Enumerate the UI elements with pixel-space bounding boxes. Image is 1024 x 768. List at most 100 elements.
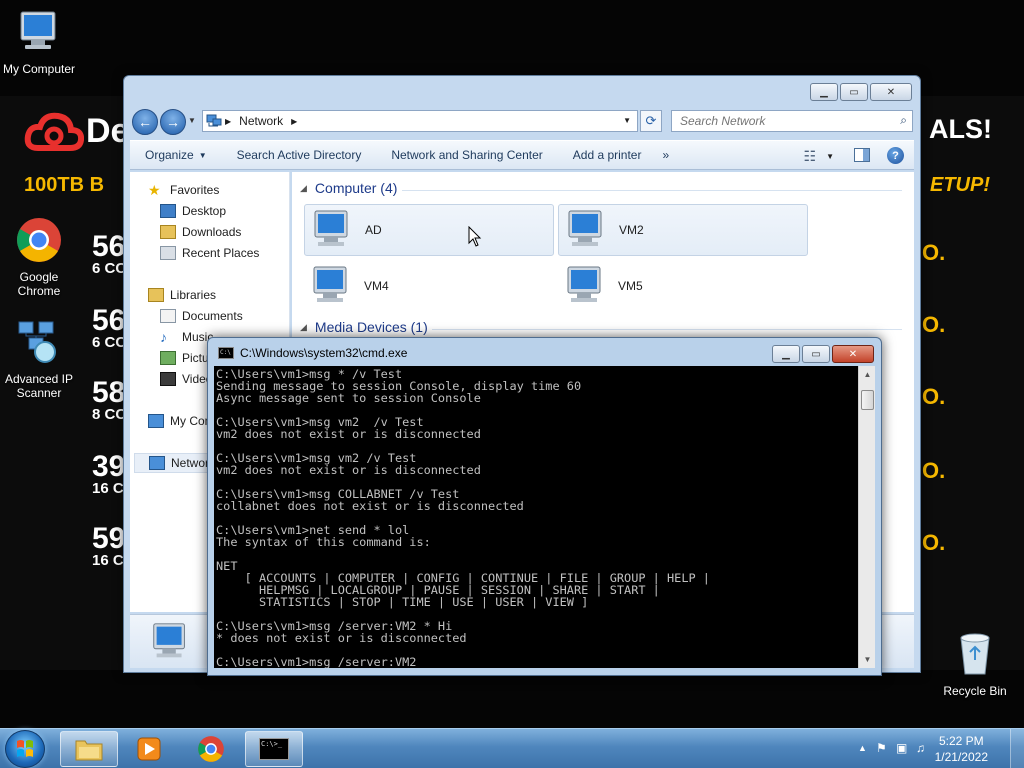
help-button[interactable]: ? bbox=[887, 147, 904, 164]
window-controls: ▁ ▭ ✕ bbox=[810, 83, 912, 101]
cmd-titlebar[interactable]: C:\ C:\Windows\system32\cmd.exe bbox=[218, 346, 407, 360]
network-computer-item[interactable]: VM4 bbox=[304, 260, 554, 312]
view-options-icon: ☷ bbox=[803, 148, 817, 164]
nav-item-documents[interactable]: Documents bbox=[160, 306, 289, 326]
wallpaper-dot: O. bbox=[922, 312, 946, 337]
computer-icon bbox=[20, 11, 56, 49]
volume-icon[interactable]: ♫ bbox=[916, 741, 925, 755]
nav-item-desktop[interactable]: Desktop bbox=[160, 201, 289, 221]
minimize-button[interactable]: ▁ bbox=[810, 83, 838, 101]
maximize-icon: ▭ bbox=[811, 348, 821, 360]
close-button[interactable]: ✕ bbox=[870, 83, 912, 101]
chevron-down-icon: ▼ bbox=[826, 152, 834, 161]
scroll-down-icon[interactable]: ▼ bbox=[859, 651, 876, 668]
preview-pane-button[interactable] bbox=[854, 148, 870, 162]
documents-icon bbox=[160, 309, 176, 323]
organize-button[interactable]: Organize ▼ bbox=[130, 140, 222, 170]
nav-item-downloads[interactable]: Downloads bbox=[160, 222, 289, 242]
network-computer-item[interactable]: VM5 bbox=[558, 260, 808, 312]
minimize-button[interactable]: ▁ bbox=[772, 345, 800, 363]
group-header-computer[interactable]: ◢ Computer (4) bbox=[300, 180, 397, 196]
breadcrumb-network[interactable]: Network bbox=[239, 114, 283, 128]
group-divider bbox=[432, 329, 902, 330]
nav-item-recent-places[interactable]: Recent Places bbox=[160, 243, 289, 263]
wallpaper-dot: O. bbox=[922, 458, 946, 483]
search-icon[interactable]: ⌕ bbox=[900, 113, 907, 128]
search-active-directory-button[interactable]: Search Active Directory bbox=[222, 140, 377, 170]
wallpaper-row: 56 6 CC bbox=[92, 304, 127, 351]
collapse-triangle-icon: ◢ bbox=[300, 182, 307, 193]
command-bar: Organize ▼ Search Active Directory Networ… bbox=[130, 140, 914, 170]
address-dropdown-icon[interactable]: ▼ bbox=[623, 116, 631, 125]
forward-button[interactable]: → bbox=[160, 109, 186, 135]
taskbar-cmd-button[interactable]: C:\>_ bbox=[245, 731, 303, 767]
chrome-icon bbox=[17, 218, 61, 262]
desktop-icon-recycle-bin[interactable]: Recycle Bin bbox=[933, 630, 1017, 698]
cloud-logo-icon bbox=[24, 112, 84, 151]
recycle-bin-icon bbox=[960, 633, 990, 675]
wallpaper-dot: O. bbox=[922, 240, 946, 265]
cmd-window: C:\ C:\Windows\system32\cmd.exe ▁ ▭ ✕ C:… bbox=[207, 337, 882, 676]
wallpaper-promo: ALS! bbox=[929, 114, 992, 144]
mouse-cursor-icon bbox=[468, 226, 482, 247]
vertical-scrollbar[interactable]: ▲ ▼ bbox=[858, 366, 875, 668]
computer-icon bbox=[148, 414, 164, 428]
network-computer-item[interactable]: VM2 bbox=[558, 204, 808, 256]
group-header-media-devices[interactable]: ◢ Media Devices (1) bbox=[300, 319, 428, 335]
clock-date: 1/21/2022 bbox=[934, 750, 988, 764]
libraries-icon bbox=[148, 288, 164, 302]
maximize-button[interactable]: ▭ bbox=[802, 345, 830, 363]
network-sharing-center-button[interactable]: Network and Sharing Center bbox=[376, 140, 557, 170]
wallpaper-dot: O. bbox=[922, 530, 946, 555]
network-scanner-icon bbox=[18, 321, 56, 363]
network-status-icon[interactable]: ▣ bbox=[896, 741, 907, 755]
more-commands-button[interactable]: » bbox=[656, 140, 675, 170]
wallpaper-tagline-right: ETUP! bbox=[930, 174, 990, 196]
wallpaper-dot: O. bbox=[922, 384, 946, 409]
explorer-titlebar[interactable]: ▁ ▭ ✕ bbox=[124, 76, 920, 106]
taskbar-media-player-button[interactable] bbox=[120, 731, 178, 767]
chrome-icon bbox=[198, 736, 224, 762]
add-printer-button[interactable]: Add a printer bbox=[558, 140, 657, 170]
scroll-up-icon[interactable]: ▲ bbox=[859, 366, 876, 383]
pictures-icon bbox=[160, 351, 176, 365]
nav-item-favorites[interactable]: ★ Favorites bbox=[148, 180, 289, 200]
computer-icon bbox=[314, 210, 348, 246]
desktop-icon-chrome[interactable]: Google Chrome bbox=[0, 216, 81, 298]
recent-pages-dropdown[interactable]: ▼ bbox=[188, 116, 196, 125]
desktop-icon-ip-scanner[interactable]: Advanced IP Scanner bbox=[0, 318, 81, 400]
media-player-icon bbox=[137, 737, 161, 761]
clock[interactable]: 5:22 PM 1/21/2022 bbox=[935, 733, 988, 765]
cmd-console[interactable]: C:\Users\vm1>msg * /v Test Sending messa… bbox=[214, 366, 858, 668]
start-button[interactable] bbox=[5, 730, 45, 768]
show-hidden-icons-button[interactable]: ▲ bbox=[858, 743, 867, 753]
cmd-icon: C:\ bbox=[218, 347, 234, 359]
desktop-icon-my-computer[interactable]: My Computer bbox=[0, 8, 81, 76]
address-box[interactable]: ▶ Network ▶ ▼ bbox=[202, 110, 638, 132]
show-desktop-button[interactable] bbox=[1010, 729, 1024, 768]
nav-item-libraries[interactable]: Libraries bbox=[148, 285, 289, 305]
maximize-button[interactable]: ▭ bbox=[840, 83, 868, 101]
wallpaper-row: 58 8 CC bbox=[92, 376, 127, 423]
cmd-icon: C:\>_ bbox=[259, 738, 289, 760]
minimize-icon: ▁ bbox=[820, 86, 828, 98]
refresh-button[interactable]: ⟳ bbox=[640, 110, 662, 132]
close-icon: ✕ bbox=[848, 348, 858, 360]
search-input[interactable] bbox=[672, 111, 882, 131]
breadcrumb-separator-icon: ▶ bbox=[291, 116, 298, 126]
back-button[interactable]: ← bbox=[132, 109, 158, 135]
group-divider bbox=[402, 190, 902, 191]
network-computer-item[interactable]: AD bbox=[304, 204, 554, 256]
taskbar-explorer-button[interactable] bbox=[60, 731, 118, 767]
scroll-thumb[interactable] bbox=[861, 390, 874, 410]
close-button[interactable]: ✕ bbox=[832, 345, 874, 363]
chevron-down-icon: ▼ bbox=[188, 116, 196, 125]
action-center-flag-icon[interactable]: ⚑ bbox=[876, 741, 887, 755]
taskbar-chrome-button[interactable] bbox=[182, 731, 240, 767]
star-icon: ★ bbox=[148, 182, 161, 198]
preview-pane-icon bbox=[863, 149, 869, 161]
change-view-button[interactable]: ☷ ▼ bbox=[804, 148, 834, 165]
videos-icon bbox=[160, 372, 176, 386]
desktop-icon-label: Recycle Bin bbox=[943, 684, 1007, 698]
wallpaper-tagline: 100TB B bbox=[24, 174, 105, 196]
